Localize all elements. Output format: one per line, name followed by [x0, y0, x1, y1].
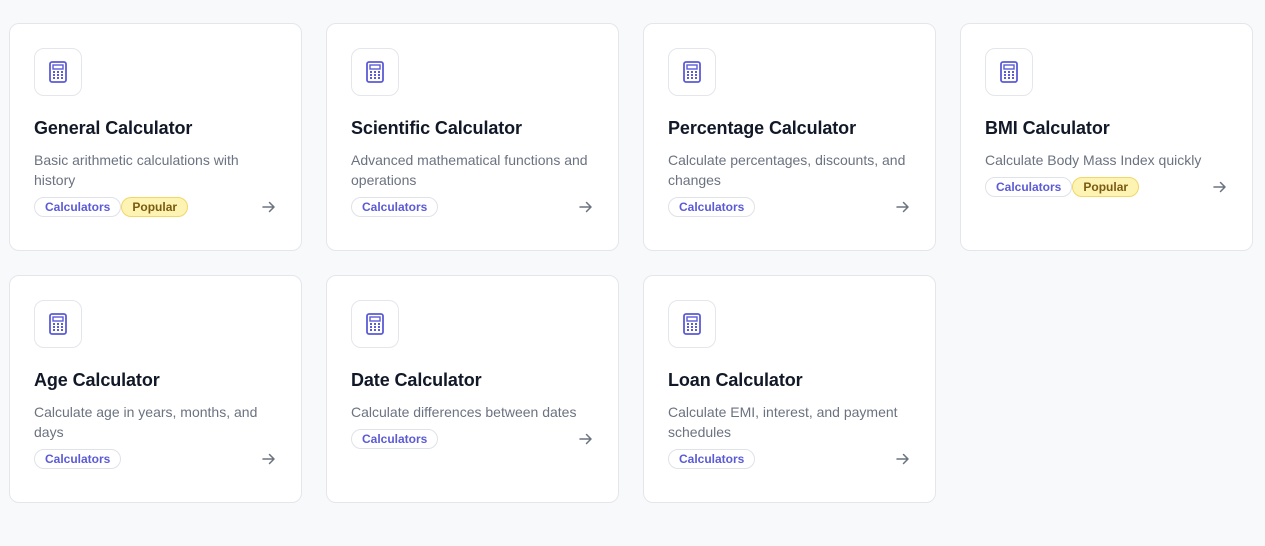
card-description: Advanced mathematical functions and oper…	[351, 152, 588, 188]
calculator-icon	[34, 300, 82, 348]
tag-calculators: Calculators	[351, 429, 439, 449]
card-footer: Calculators	[668, 197, 911, 217]
card-general-calculator[interactable]: General Calculator Basic arithmetic calc…	[9, 23, 302, 251]
tag-calculators: Calculators	[985, 177, 1073, 197]
calculator-icon	[34, 48, 82, 96]
tag-list: Calculators	[351, 197, 439, 217]
tag-calculators: Calculators	[668, 449, 756, 469]
tag-list: Calculators	[351, 429, 439, 449]
card-description: Calculate Body Mass Index quickly	[985, 152, 1202, 168]
calculator-icon	[351, 300, 399, 348]
card-title: Percentage Calculator	[668, 118, 856, 138]
card-title: Scientific Calculator	[351, 118, 522, 138]
card-footer: Calculators Popular	[34, 197, 277, 217]
card-title: BMI Calculator	[985, 118, 1110, 138]
arrow-right-icon[interactable]	[259, 197, 279, 217]
calculator-icon	[985, 48, 1033, 96]
card-title: General Calculator	[34, 118, 193, 138]
card-footer: Calculators	[34, 449, 277, 469]
arrow-right-icon[interactable]	[893, 197, 913, 217]
card-description: Calculate percentages, discounts, and ch…	[668, 152, 906, 188]
calculator-icon	[351, 48, 399, 96]
card-footer: Calculators	[351, 429, 594, 449]
arrow-right-icon[interactable]	[576, 429, 596, 449]
card-bmi-calculator[interactable]: BMI Calculator Calculate Body Mass Index…	[960, 23, 1253, 251]
card-description: Calculate EMI, interest, and payment sch…	[668, 404, 898, 440]
calculator-icon	[668, 48, 716, 96]
card-loan-calculator[interactable]: Loan Calculator Calculate EMI, interest,…	[643, 275, 936, 503]
card-scientific-calculator[interactable]: Scientific Calculator Advanced mathemati…	[326, 23, 619, 251]
arrow-right-icon[interactable]	[576, 197, 596, 217]
card-title: Date Calculator	[351, 370, 482, 390]
tag-list: Calculators	[34, 449, 122, 469]
arrow-right-icon[interactable]	[1210, 177, 1230, 197]
calculator-grid: General Calculator Basic arithmetic calc…	[9, 23, 1253, 503]
card-footer: Calculators	[351, 197, 594, 217]
arrow-right-icon[interactable]	[259, 449, 279, 469]
tag-calculators: Calculators	[668, 197, 756, 217]
tag-list: Calculators	[668, 449, 756, 469]
card-title: Loan Calculator	[668, 370, 803, 390]
card-percentage-calculator[interactable]: Percentage Calculator Calculate percenta…	[643, 23, 936, 251]
tag-calculators: Calculators	[34, 197, 122, 217]
tag-list: Calculators Popular	[34, 197, 189, 217]
tag-popular: Popular	[121, 197, 189, 217]
card-footer: Calculators Popular	[985, 177, 1228, 197]
tag-list: Calculators	[668, 197, 756, 217]
card-title: Age Calculator	[34, 370, 160, 390]
card-footer: Calculators	[668, 449, 911, 469]
card-description: Calculate age in years, months, and days	[34, 404, 258, 440]
arrow-right-icon[interactable]	[893, 449, 913, 469]
tag-list: Calculators Popular	[985, 177, 1140, 197]
card-description: Calculate differences between dates	[351, 404, 577, 420]
card-description: Basic arithmetic calculations with histo…	[34, 152, 239, 188]
tag-popular: Popular	[1072, 177, 1140, 197]
tag-calculators: Calculators	[34, 449, 122, 469]
card-age-calculator[interactable]: Age Calculator Calculate age in years, m…	[9, 275, 302, 503]
tag-calculators: Calculators	[351, 197, 439, 217]
card-date-calculator[interactable]: Date Calculator Calculate differences be…	[326, 275, 619, 503]
calculator-icon	[668, 300, 716, 348]
